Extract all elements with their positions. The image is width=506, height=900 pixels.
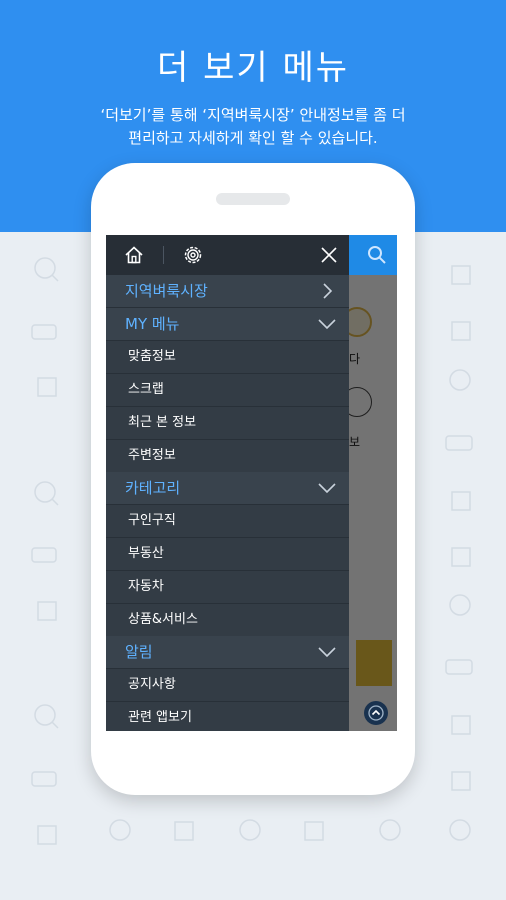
side-drawer: 지역벼룩시장 MY 메뉴 맞춤정보 스크랩 최근 본 정보 주변정보 카테고리 <box>106 235 349 731</box>
drawer-top-bar <box>106 235 349 275</box>
chevron-down-icon <box>318 319 336 330</box>
submenu-label: 부동산 <box>128 546 164 561</box>
phone-speaker <box>216 193 290 205</box>
top-bar-divider <box>163 246 164 264</box>
submenu-label: 최근 본 정보 <box>128 415 197 430</box>
menu-category[interactable]: 카테고리 <box>106 472 349 505</box>
banner-description-line-2: 편리하고 자세하게 확인 할 수 있습니다. <box>128 129 378 147</box>
submenu-related-apps[interactable]: 관련 앱보기 <box>106 702 349 731</box>
chevron-down-icon <box>318 483 336 494</box>
close-icon[interactable] <box>317 243 341 267</box>
chevron-up-icon <box>368 705 384 721</box>
banner-description: ‘더보기’를 통해 ‘지역벼룩시장’ 안내정보를 좀 더 편리하고 자세하게 확… <box>50 104 456 150</box>
banner-description-line-1: ‘더보기’를 통해 ‘지역벼룩시장’ 안내정보를 좀 더 <box>100 106 406 124</box>
submenu-label: 주변정보 <box>128 448 176 463</box>
submenu-label: 공지사항 <box>128 677 176 692</box>
submenu-jobs[interactable]: 구인구직 <box>106 505 349 538</box>
search-icon[interactable] <box>365 243 389 267</box>
submenu-label: 스크랩 <box>128 382 164 397</box>
submenu-cars[interactable]: 자동차 <box>106 571 349 604</box>
submenu-label: 맞춤정보 <box>128 349 176 364</box>
home-icon[interactable] <box>122 243 146 267</box>
menu-local-market-label: 지역벼룩시장 <box>125 282 208 300</box>
submenu-label: 구인구직 <box>128 513 176 528</box>
phone-screen: 다 보 <box>106 235 397 731</box>
submenu-goods-services[interactable]: 상품&서비스 <box>106 604 349 637</box>
submenu-real-estate[interactable]: 부동산 <box>106 538 349 571</box>
chevron-down-icon <box>318 647 336 658</box>
submenu-label: 관련 앱보기 <box>128 710 192 725</box>
submenu-nearby[interactable]: 주변정보 <box>106 440 349 473</box>
submenu-label: 상품&서비스 <box>128 612 198 627</box>
settings-icon[interactable] <box>181 243 205 267</box>
menu-local-market[interactable]: 지역벼룩시장 <box>106 275 349 308</box>
scroll-top-button[interactable] <box>364 701 388 725</box>
banner-title: 더 보기 메뉴 <box>156 48 349 88</box>
submenu-announcements[interactable]: 공지사항 <box>106 669 349 702</box>
dim-overlay[interactable] <box>349 275 397 731</box>
submenu-label: 자동차 <box>128 579 164 594</box>
submenu-scrap[interactable]: 스크랩 <box>106 374 349 407</box>
submenu-custom-info[interactable]: 맞춤정보 <box>106 341 349 374</box>
chevron-right-icon <box>323 283 333 299</box>
menu-category-label: 카테고리 <box>125 479 181 497</box>
menu-my-menu[interactable]: MY 메뉴 <box>106 308 349 341</box>
menu-my-menu-label: MY 메뉴 <box>125 315 180 333</box>
submenu-recent[interactable]: 최근 본 정보 <box>106 407 349 440</box>
menu-notice-label: 알림 <box>125 643 153 661</box>
menu-notice[interactable]: 알림 <box>106 636 349 669</box>
